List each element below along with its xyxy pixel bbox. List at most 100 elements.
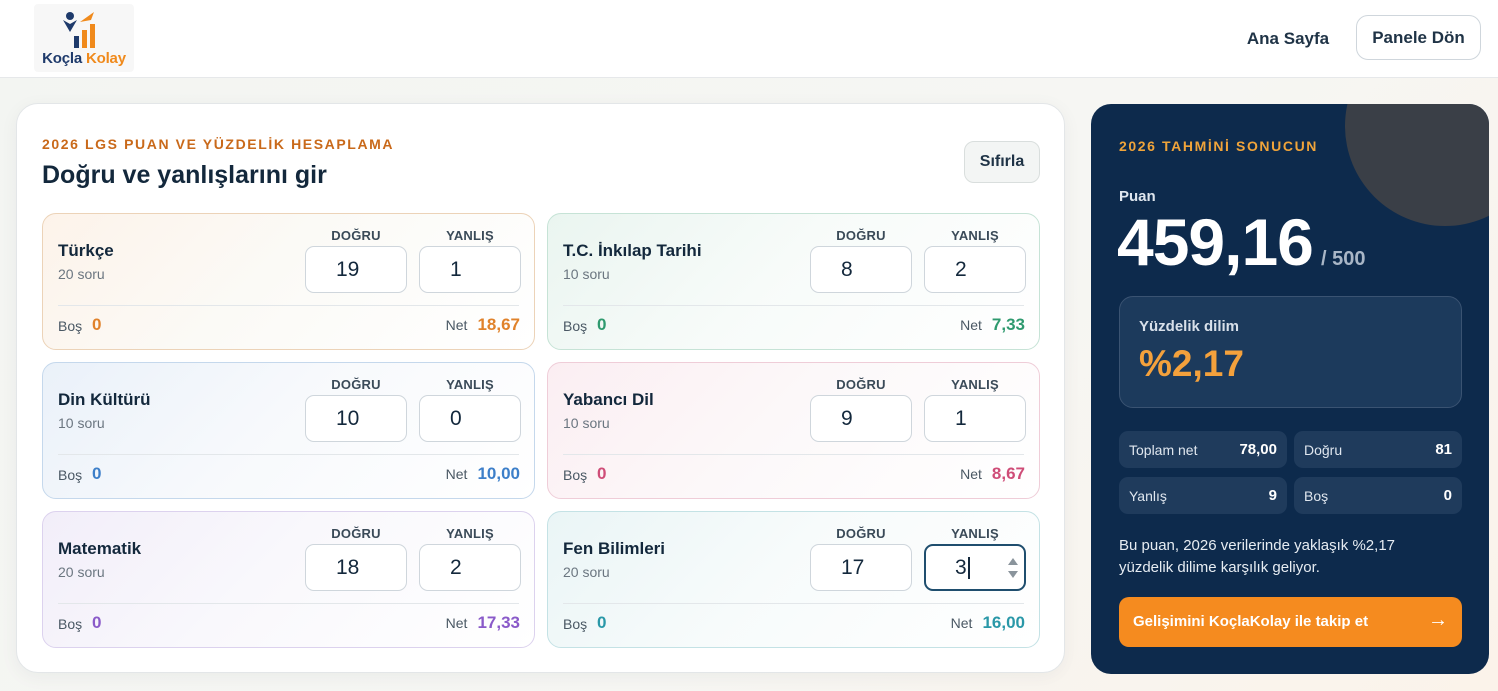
divider (563, 305, 1024, 306)
bos-value: 0 (597, 613, 607, 632)
net-summary: Net 18,67 (446, 315, 520, 335)
stat-value: 78,00 (1239, 441, 1277, 458)
subject-card: Matematik 20 soru DOĞRU YANLIŞ 18 2 Boş 0 Net 17,… (42, 511, 535, 648)
subject-question-count: 20 soru (58, 564, 105, 580)
subject-question-count: 10 soru (563, 415, 610, 431)
subject-card: Yabancı Dil 10 soru DOĞRU YANLIŞ 9 1 Boş 0 Net 8,… (547, 362, 1040, 499)
dogru-input[interactable]: 17 (810, 544, 912, 591)
percentile-label: Yüzdelik dilim (1139, 318, 1240, 335)
text-cursor (967, 557, 970, 580)
yanlis-input-value: 2 (450, 556, 462, 579)
score-label: Puan (1119, 188, 1156, 205)
divider (58, 454, 519, 455)
result-eyebrow: 2026 TAHMİNİ SONUCUN (1119, 138, 1318, 154)
back-to-panel-button[interactable]: Panele Dön (1356, 15, 1481, 60)
score-max: / 500 (1321, 248, 1366, 270)
calculator-title: Doğru ve yanlışlarını gir (42, 161, 327, 189)
logo-text: Koçla Kolay (42, 50, 126, 67)
decorative-circle (1345, 104, 1489, 226)
yanlis-column-label: YANLIŞ (446, 377, 494, 392)
dogru-column-label: DOĞRU (331, 377, 381, 392)
dogru-input[interactable]: 10 (305, 395, 407, 442)
dogru-column-label: DOĞRU (331, 228, 381, 243)
subject-question-count: 10 soru (563, 266, 610, 282)
net-label: Net (445, 317, 468, 333)
divider (58, 305, 519, 306)
reset-button[interactable]: Sıfırla (964, 141, 1040, 183)
yanlis-input-value: 0 (450, 407, 462, 430)
dogru-column-label: DOĞRU (836, 377, 886, 392)
subject-name: Din Kültürü (58, 390, 151, 409)
yanlis-column-label: YANLIŞ (446, 526, 494, 541)
kocla-kolay-logo[interactable]: Koçla Kolay (34, 4, 134, 72)
yanlis-column-label: YANLIŞ (446, 228, 494, 243)
logo-climber-icon (63, 12, 95, 48)
subject-name: Yabancı Dil (563, 390, 654, 409)
divider (563, 454, 1024, 455)
top-header: Koçla Kolay Ana Sayfa Panele Dön (0, 0, 1498, 78)
stat-bos: Boş 0 (1294, 477, 1462, 514)
cta-label: Gelişimini KoçlaKolay ile takip et (1133, 613, 1369, 630)
net-value: 16,00 (982, 613, 1025, 632)
yanlis-input[interactable]: 1 (924, 395, 1026, 442)
stat-value: 0 (1443, 487, 1452, 504)
subject-card: T.C. İnkılap Tarihi 10 soru DOĞRU YANLIŞ 8 2 B… (547, 213, 1040, 350)
dogru-input[interactable]: 8 (810, 246, 912, 293)
yanlis-input-value: 1 (955, 407, 967, 430)
bos-value: 0 (92, 315, 102, 334)
yanlis-input[interactable]: 2 (419, 544, 521, 591)
track-progress-button[interactable]: Gelişimini KoçlaKolay ile takip et → (1119, 597, 1462, 647)
yanlis-input[interactable]: 3 (924, 544, 1026, 591)
yanlis-column-label: YANLIŞ (951, 228, 999, 243)
subject-name: T.C. İnkılap Tarihi (563, 241, 702, 260)
number-spinner-icon[interactable] (1007, 555, 1019, 581)
calculator-eyebrow: 2026 LGS PUAN VE YÜZDELİK HESAPLAMA (42, 136, 395, 152)
nav-home-link[interactable]: Ana Sayfa (1234, 26, 1342, 52)
stat-label: Toplam net (1129, 442, 1198, 458)
net-summary: Net 10,00 (446, 464, 520, 484)
dogru-input[interactable]: 9 (810, 395, 912, 442)
net-summary: Net 8,67 (960, 464, 1025, 484)
bos-label: Boş (58, 467, 83, 483)
subject-name: Fen Bilimleri (563, 539, 666, 558)
net-label: Net (950, 615, 973, 631)
calculator-card: 2026 LGS PUAN VE YÜZDELİK HESAPLAMA Doğr… (16, 103, 1065, 673)
net-label: Net (960, 466, 982, 482)
stat-value: 81 (1435, 441, 1452, 458)
yanlis-input[interactable]: 0 (419, 395, 521, 442)
dogru-column-label: DOĞRU (836, 228, 886, 243)
dogru-column-label: DOĞRU (836, 526, 886, 541)
result-panel: 2026 TAHMİNİ SONUCUN Puan 459,16 / 500 Y… (1091, 104, 1489, 674)
yanlis-input-value: 3 (955, 556, 967, 579)
bos-label: Boş (58, 616, 83, 632)
dogru-input[interactable]: 18 (305, 544, 407, 591)
net-label: Net (445, 466, 468, 482)
subject-name: Türkçe (58, 241, 114, 260)
subject-card: Fen Bilimleri 20 soru DOĞRU YANLIŞ 17 3 Boş 0 Ne… (547, 511, 1040, 648)
net-value: 18,67 (477, 315, 520, 334)
arrow-right-icon: → (1428, 609, 1448, 631)
yanlis-input[interactable]: 2 (924, 246, 1026, 293)
result-note: Bu puan, 2026 verilerinde yaklaşık %2,17… (1119, 537, 1396, 576)
yanlis-input-value: 1 (450, 258, 462, 281)
subject-card: Din Kültürü 10 soru DOĞRU YANLIŞ 10 0 Boş 0 Net 1… (42, 362, 535, 499)
dogru-input[interactable]: 19 (305, 246, 407, 293)
net-value: 8,67 (991, 464, 1025, 483)
score-value: 459,16 (1117, 205, 1314, 279)
net-value: 10,00 (477, 464, 520, 483)
yanlis-column-label: YANLIŞ (951, 526, 999, 541)
net-value: 7,33 (991, 315, 1025, 334)
bos-value: 0 (597, 464, 607, 483)
subject-question-count: 10 soru (58, 415, 105, 431)
net-summary: Net 16,00 (951, 613, 1025, 633)
bos-value: 0 (597, 315, 607, 334)
subject-name: Matematik (58, 539, 142, 558)
stat-total-net: Toplam net 78,00 (1119, 431, 1287, 468)
yanlis-input[interactable]: 1 (419, 246, 521, 293)
bos-label: Boş (58, 318, 83, 334)
net-label: Net (445, 615, 468, 631)
stat-value: 9 (1268, 487, 1277, 504)
subject-question-count: 20 soru (58, 266, 105, 282)
subject-card: Türkçe 20 soru DOĞRU YANLIŞ 19 1 Boş 0 Net 18,67 (42, 213, 535, 350)
percentile-box: Yüzdelik dilim %2,17 (1119, 296, 1462, 408)
